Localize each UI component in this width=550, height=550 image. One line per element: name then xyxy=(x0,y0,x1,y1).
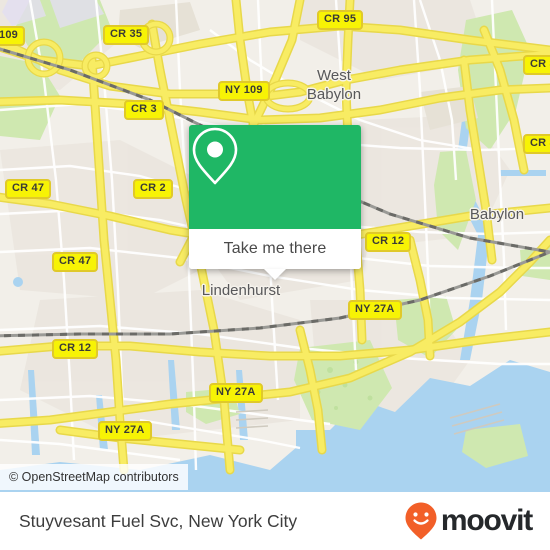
place-label-line: West xyxy=(317,67,351,84)
road-shield-cr-47-b[interactable]: CR 47 xyxy=(52,252,99,272)
road-shield-cr-3-c[interactable]: CR 3 xyxy=(523,134,550,154)
road-shield-ny-27a-c[interactable]: NY 27A xyxy=(98,421,152,441)
road-shield-109[interactable]: 109 xyxy=(0,26,25,46)
moovit-smiley-pin-icon xyxy=(405,502,437,540)
road-shield-ny-27a-b[interactable]: NY 27A xyxy=(209,383,263,403)
popup-card-body[interactable]: Take me there xyxy=(189,229,361,280)
moovit-map-screenshot: West Babylon Babylon Lindenhurst 109 CR … xyxy=(0,0,550,550)
road-shield-ny-27a-a[interactable]: NY 27A xyxy=(348,300,402,320)
place-label-babylon: Babylon xyxy=(469,206,525,223)
popup-card-tail xyxy=(264,269,286,280)
osm-attribution[interactable]: © OpenStreetMap contributors xyxy=(0,464,188,490)
moovit-wordmark: moovit xyxy=(440,504,533,537)
road-shield-cr-3-b[interactable]: CR 3 xyxy=(523,55,550,75)
road-shield-cr-35[interactable]: CR 35 xyxy=(103,25,150,45)
map-canvas[interactable]: West Babylon Babylon Lindenhurst 109 CR … xyxy=(0,0,550,492)
road-shield-cr-12-a[interactable]: CR 12 xyxy=(365,232,412,252)
road-shield-cr-95[interactable]: CR 95 xyxy=(317,10,364,30)
moovit-logo[interactable]: moovit xyxy=(404,501,533,541)
road-shield-cr-47-a[interactable]: CR 47 xyxy=(5,179,52,199)
road-shield-cr-12-b[interactable]: CR 12 xyxy=(52,339,99,359)
place-label-line: Babylon xyxy=(306,86,362,103)
road-shield-cr-3-a[interactable]: CR 3 xyxy=(124,100,164,120)
take-me-there-label: Take me there xyxy=(223,240,327,257)
popup-card-header xyxy=(189,125,361,229)
place-label-lindenhurst: Lindenhurst xyxy=(201,282,281,299)
map-pin-icon xyxy=(192,127,238,185)
place-label-west-babylon: West Babylon xyxy=(307,66,361,104)
location-title: Stuyvesant Fuel Svc, New York City xyxy=(19,510,298,531)
road-shield-cr-2[interactable]: CR 2 xyxy=(133,179,173,199)
footer-bar: Stuyvesant Fuel Svc, New York City moovi… xyxy=(0,492,550,550)
road-shield-ny-109[interactable]: NY 109 xyxy=(218,81,270,101)
location-popup-card[interactable]: Take me there xyxy=(189,125,361,280)
